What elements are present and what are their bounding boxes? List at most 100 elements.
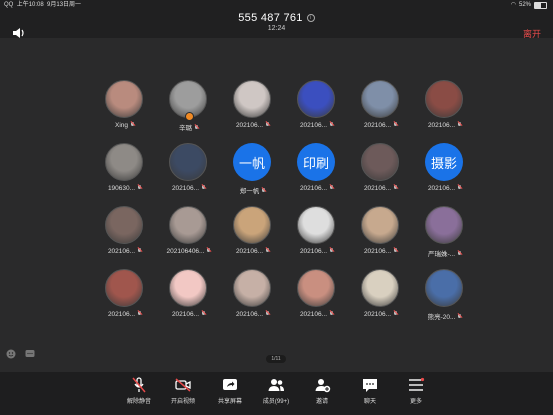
meeting-duration: 12:24 bbox=[267, 25, 286, 32]
share-screen-icon bbox=[223, 379, 237, 390]
muted-mic-icon bbox=[137, 185, 142, 191]
participant-name: 202106... bbox=[363, 311, 392, 318]
muted-mic-icon bbox=[393, 185, 398, 191]
participant-tile[interactable]: 202106... bbox=[222, 80, 284, 136]
participant-name-row: Xing bbox=[94, 122, 156, 129]
participant-name: 202106... bbox=[299, 311, 328, 318]
muted-mic-icon bbox=[265, 311, 270, 317]
muted-mic-icon bbox=[393, 122, 398, 128]
date: 9月13日周一 bbox=[47, 2, 82, 8]
avatar bbox=[105, 143, 143, 181]
participant-name-row: 郑一帆 bbox=[222, 185, 284, 195]
toolbar-button[interactable]: 共享屏幕 bbox=[205, 376, 255, 405]
muted-mic-icon bbox=[457, 314, 462, 320]
avatar bbox=[233, 269, 271, 307]
muted-mic-icon bbox=[393, 311, 398, 317]
participant-name-row: 202106... bbox=[286, 185, 348, 192]
muted-mic-icon bbox=[457, 122, 462, 128]
participant-tile[interactable]: 202106... bbox=[350, 269, 412, 325]
participant-tile[interactable]: 202106... bbox=[286, 80, 348, 136]
avatar bbox=[105, 269, 143, 307]
participant-tile[interactable]: 202106... bbox=[350, 143, 412, 199]
participant-name-row: 202106... bbox=[350, 122, 412, 129]
participant-name: 202106... bbox=[107, 311, 136, 318]
toolbar-button-label: 成员(99+) bbox=[262, 399, 290, 405]
participant-name: 190630... bbox=[107, 185, 136, 192]
participant-tile[interactable]: 辛璐 bbox=[158, 80, 220, 136]
toolbar-button[interactable]: 解除静音 bbox=[114, 376, 164, 405]
participant-tile[interactable]: 202106... bbox=[222, 206, 284, 262]
toolbar-button[interactable]: 更多 bbox=[391, 376, 441, 405]
participant-name-row: 202106... bbox=[222, 311, 284, 318]
avatar-text: 一帆 bbox=[233, 143, 271, 181]
participant-name-row: 202106... bbox=[414, 122, 476, 129]
meeting-id-text: 555 487 761 bbox=[238, 12, 303, 24]
toolbar-button-label: 共享屏幕 bbox=[217, 399, 242, 405]
participant-name: 202106... bbox=[235, 122, 264, 129]
participant-tile[interactable]: 202106... bbox=[350, 206, 412, 262]
participant-name: 202106... bbox=[363, 185, 392, 192]
participant-tile[interactable]: 202106... bbox=[94, 269, 156, 325]
participant-name: 辛璐 bbox=[179, 125, 192, 132]
participant-name-row: 202106... bbox=[350, 185, 412, 192]
participant-tile[interactable]: 严瑞姝-... bbox=[414, 206, 476, 262]
avatar bbox=[425, 206, 463, 244]
participant-name-row: 202106... bbox=[158, 185, 220, 192]
participant-tile[interactable]: 一帆 郑一帆 bbox=[222, 143, 284, 199]
toolbar-button[interactable]: 聊天 bbox=[345, 376, 395, 405]
muted-mic-icon bbox=[329, 311, 334, 317]
muted-mic-icon bbox=[261, 188, 266, 194]
members-icon bbox=[268, 379, 284, 391]
avatar bbox=[425, 80, 463, 118]
participant-name-row: 202106... bbox=[286, 248, 348, 255]
participant-tile[interactable]: 202106... bbox=[350, 80, 412, 136]
participant-tile[interactable]: 202106... bbox=[222, 269, 284, 325]
muted-mic-icon bbox=[329, 185, 334, 191]
participant-name-row: 202106... bbox=[158, 311, 220, 318]
chat-bubble-icon[interactable] bbox=[25, 349, 35, 359]
muted-mic-icon bbox=[457, 185, 462, 191]
participant-name: 202106... bbox=[171, 311, 200, 318]
toolbar-button[interactable]: 成员(99+) bbox=[251, 376, 301, 405]
avatar bbox=[361, 206, 399, 244]
toolbar-button[interactable]: 开启视频 bbox=[158, 376, 208, 405]
participant-tile[interactable]: 摄影 202106... bbox=[414, 143, 476, 199]
info-icon[interactable]: i bbox=[306, 14, 315, 23]
avatar bbox=[233, 206, 271, 244]
participant-tile[interactable]: 熊亮-20... bbox=[414, 269, 476, 325]
host-badge bbox=[185, 112, 194, 121]
meeting-id[interactable]: 555 487 761 i bbox=[0, 12, 553, 24]
participant-tile[interactable]: 202106... bbox=[158, 269, 220, 325]
avatar bbox=[233, 80, 271, 118]
page-indicator: 1/11 bbox=[266, 355, 286, 363]
participant-tile[interactable]: 202106... bbox=[158, 143, 220, 199]
participant-name: 202106... bbox=[299, 248, 328, 255]
avatar bbox=[361, 269, 399, 307]
muted-mic-icon bbox=[206, 248, 211, 254]
participant-tile[interactable]: 202106... bbox=[414, 80, 476, 136]
participant-name: 严瑞姝-... bbox=[427, 251, 456, 258]
participant-name-row: 202106... bbox=[286, 311, 348, 318]
chat-icon bbox=[363, 379, 377, 392]
muted-mic-icon bbox=[393, 248, 398, 254]
participant-tile[interactable]: 202106406... bbox=[158, 206, 220, 262]
reaction-icon[interactable] bbox=[6, 349, 16, 359]
participant-name: 202106... bbox=[363, 122, 392, 129]
carrier: QQ bbox=[4, 2, 14, 8]
participant-name: 202106... bbox=[107, 248, 136, 255]
avatar bbox=[169, 143, 207, 181]
clock: 上午10:08 bbox=[16, 2, 44, 8]
participant-tile[interactable]: 202106... bbox=[94, 206, 156, 262]
participant-tile[interactable]: 190630... bbox=[94, 143, 156, 199]
avatar bbox=[169, 269, 207, 307]
toolbar-button[interactable]: 邀请 bbox=[297, 376, 347, 405]
avatar bbox=[297, 269, 335, 307]
participant-tile[interactable]: Xing bbox=[94, 80, 156, 136]
muted-mic-icon bbox=[194, 125, 199, 131]
leave-button[interactable]: 离开 bbox=[523, 27, 541, 40]
toolbar-button-label: 解除静音 bbox=[126, 399, 151, 405]
participant-tile[interactable]: 202106... bbox=[286, 269, 348, 325]
participant-tile[interactable]: 202106... bbox=[286, 206, 348, 262]
participant-tile[interactable]: 印刷 202106... bbox=[286, 143, 348, 199]
avatar bbox=[169, 206, 207, 244]
